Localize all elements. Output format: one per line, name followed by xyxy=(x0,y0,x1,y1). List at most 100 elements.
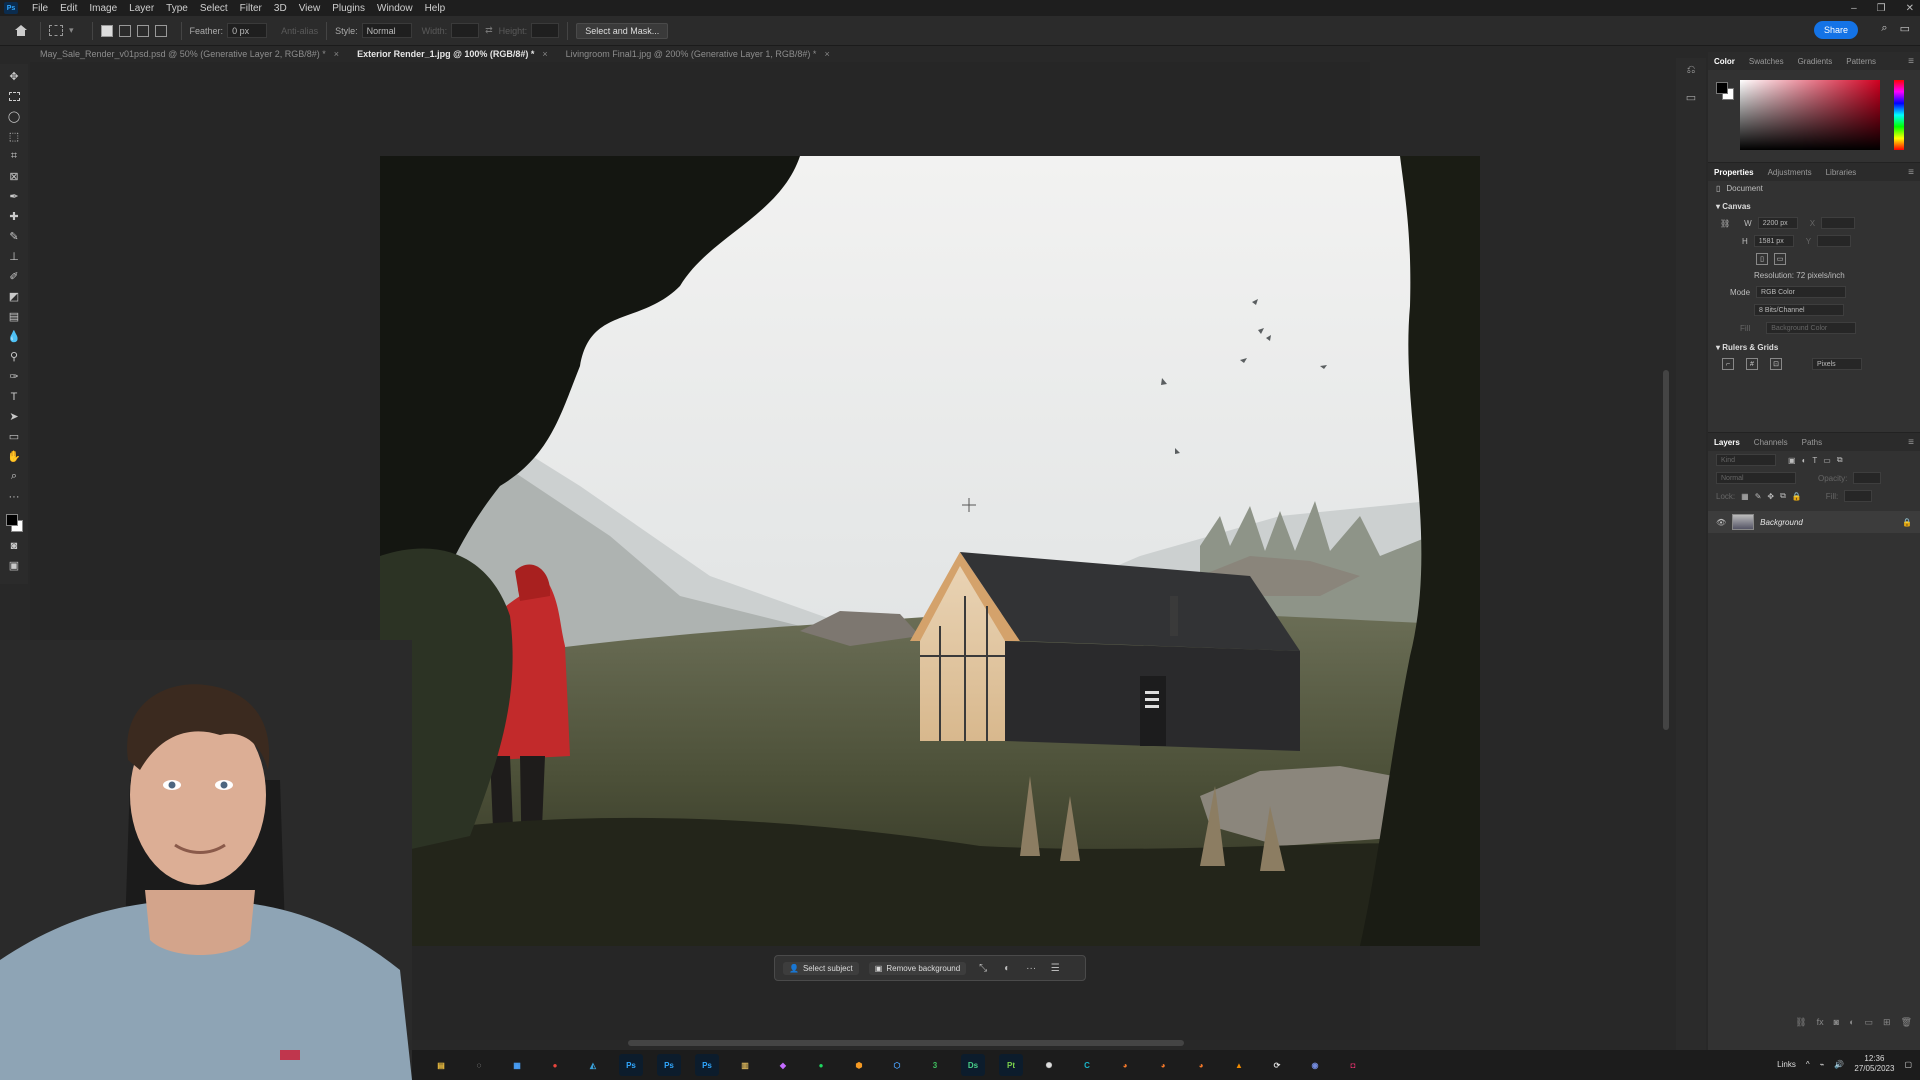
workspace-icon[interactable]: ▭ xyxy=(1900,22,1910,35)
close-tab-icon[interactable]: × xyxy=(334,49,339,62)
filter-adjustment-icon[interactable]: ◐ xyxy=(1802,456,1807,465)
fill-select[interactable]: Background Color xyxy=(1766,322,1857,334)
sketchup-icon[interactable]: ⬡ xyxy=(885,1054,909,1076)
delete-layer-icon[interactable]: 🗑 xyxy=(1901,1017,1912,1028)
hand-tool-icon[interactable]: ✋ xyxy=(5,448,23,465)
blender-icon-3[interactable]: ◕ xyxy=(1189,1054,1213,1076)
frame-tool-icon[interactable]: ⊠ xyxy=(5,168,23,185)
tab-may-sale-render[interactable]: May_Sale_Render_v01psd.psd @ 50% (Genera… xyxy=(32,47,349,62)
panel-menu-icon[interactable]: ≡ xyxy=(1908,167,1914,178)
canvas-x-input[interactable] xyxy=(1821,217,1856,229)
more-options-icon[interactable]: ··· xyxy=(1024,963,1038,974)
photoshop-icon-1[interactable]: Ps xyxy=(619,1054,643,1076)
panel-menu-icon[interactable]: ≡ xyxy=(1908,437,1914,448)
filter-image-icon[interactable]: ▣ xyxy=(1788,456,1796,465)
tab-livingroom-final[interactable]: Livingroom Final1.jpg @ 200% (Generative… xyxy=(558,47,840,62)
discord-icon[interactable]: ◉ xyxy=(1303,1054,1327,1076)
box-icon[interactable]: ⬢ xyxy=(847,1054,871,1076)
anti-alias-checkbox[interactable]: Anti-alias xyxy=(281,26,318,36)
photoshop-icon-2[interactable]: Ps xyxy=(657,1054,681,1076)
guides-icon[interactable]: ⊡ xyxy=(1770,358,1782,370)
menu-window[interactable]: Window xyxy=(371,3,419,14)
app-icon-2[interactable]: ✺ xyxy=(1037,1054,1061,1076)
foreground-color-swatch[interactable] xyxy=(1716,82,1728,94)
feather-input[interactable]: 0 px xyxy=(227,23,268,38)
eraser-tool-icon[interactable]: ◩ xyxy=(5,288,23,305)
menu-filter[interactable]: Filter xyxy=(234,3,268,14)
tab-swatches[interactable]: Swatches xyxy=(1749,57,1784,66)
zoom-tool-icon[interactable]: ⌕ xyxy=(5,468,23,485)
transform-icon[interactable]: ⤡ xyxy=(976,963,990,974)
menu-view[interactable]: View xyxy=(293,3,327,14)
filter-type-icon[interactable]: T xyxy=(1812,456,1817,465)
tab-channels[interactable]: Channels xyxy=(1754,438,1788,447)
comments-icon[interactable]: ▭ xyxy=(1686,91,1696,104)
horizontal-scrollbar[interactable] xyxy=(628,1040,1184,1046)
clock[interactable]: 12:36 27/05/2023 xyxy=(1854,1054,1894,1074)
chevron-up-icon[interactable]: ^ xyxy=(1806,1060,1810,1069)
rectangular-marquee-tool-icon[interactable] xyxy=(49,25,63,36)
chrome-icon[interactable]: ● xyxy=(543,1054,567,1076)
settings-sliders-icon[interactable]: ☰ xyxy=(1048,963,1062,974)
add-to-selection-icon[interactable] xyxy=(118,24,131,37)
links-toolbar[interactable]: Links xyxy=(1777,1060,1796,1069)
menu-plugins[interactable]: Plugins xyxy=(326,3,371,14)
menu-select[interactable]: Select xyxy=(194,3,234,14)
move-tool-icon[interactable]: ✥ xyxy=(5,68,23,85)
tab-color[interactable]: Color xyxy=(1714,57,1735,66)
landscape-orientation-icon[interactable]: ▭ xyxy=(1774,253,1786,265)
filter-shape-icon[interactable]: ▭ xyxy=(1823,456,1831,465)
affinity-icon[interactable]: ◆ xyxy=(771,1054,795,1076)
tab-libraries[interactable]: Libraries xyxy=(1826,168,1857,177)
brush-tool-icon[interactable]: ✎ xyxy=(5,228,23,245)
portrait-orientation-icon[interactable]: ▯ xyxy=(1756,253,1768,265)
layer-row-background[interactable]: 👁 Background 🔒 xyxy=(1708,511,1920,533)
add-mask-icon[interactable]: ◙ xyxy=(1834,1017,1839,1028)
minimize-icon[interactable]: – xyxy=(1851,3,1857,14)
visibility-eye-icon[interactable]: 👁 xyxy=(1716,518,1726,527)
menu-edit[interactable]: Edit xyxy=(54,3,83,14)
lock-position-icon[interactable]: ✥ xyxy=(1767,492,1774,501)
blender-icon-1[interactable]: ◕ xyxy=(1113,1054,1137,1076)
screen-mode-icon[interactable]: ▣ xyxy=(5,557,23,574)
grid-icon[interactable]: # xyxy=(1746,358,1758,370)
blend-mode-select[interactable]: Normal xyxy=(1716,472,1796,484)
select-and-mask-button[interactable]: Select and Mask... xyxy=(576,22,669,39)
new-selection-icon[interactable] xyxy=(100,24,113,37)
app-icon-c[interactable]: C xyxy=(1075,1054,1099,1076)
tab-exterior-render[interactable]: Exterior Render_1.jpg @ 100% (RGB/8#) * … xyxy=(349,47,558,62)
healing-brush-tool-icon[interactable]: ✚ xyxy=(5,208,23,225)
select-subject-button[interactable]: 👤 Select subject xyxy=(783,961,859,975)
history-brush-tool-icon[interactable]: ✐ xyxy=(5,268,23,285)
canvas-section-title[interactable]: ▾ Canvas xyxy=(1708,196,1920,214)
lock-pixels-icon[interactable]: ✎ xyxy=(1755,492,1762,501)
height-input[interactable] xyxy=(531,23,560,38)
vertical-scrollbar[interactable] xyxy=(1663,370,1669,730)
remove-background-button[interactable]: ▣ Remove background xyxy=(868,961,967,975)
layer-kind-filter[interactable]: Kind xyxy=(1716,454,1776,466)
lock-all-icon[interactable]: 🔒 xyxy=(1792,492,1802,501)
layer-lock-icon[interactable]: 🔒 xyxy=(1902,518,1912,527)
new-layer-icon[interactable]: ⊞ xyxy=(1883,1017,1891,1028)
spotify-icon[interactable]: ● xyxy=(809,1054,833,1076)
more-tools-icon[interactable]: ··· xyxy=(5,488,23,505)
link-dimensions-icon[interactable]: ⛓ xyxy=(1720,219,1730,228)
fill-input[interactable] xyxy=(1844,490,1873,502)
tab-patterns[interactable]: Patterns xyxy=(1846,57,1876,66)
tab-properties[interactable]: Properties xyxy=(1714,168,1754,177)
layer-name[interactable]: Background xyxy=(1760,518,1896,527)
intersect-selection-icon[interactable] xyxy=(154,24,167,37)
filter-smart-object-icon[interactable]: ⧉ xyxy=(1837,455,1843,465)
menu-image[interactable]: Image xyxy=(83,3,123,14)
type-tool-icon[interactable]: T xyxy=(5,388,23,405)
painter-icon[interactable]: Pt xyxy=(999,1054,1023,1076)
lock-artboard-icon[interactable]: ⧉ xyxy=(1780,491,1786,501)
eyedropper-tool-icon[interactable]: ✒ xyxy=(5,188,23,205)
marquee-tool-icon[interactable] xyxy=(5,88,23,105)
quick-mask-icon[interactable]: ◙ xyxy=(5,537,23,554)
rulers-grids-section-title[interactable]: ▾ Rulers & Grids xyxy=(1708,337,1920,355)
lock-transparency-icon[interactable]: ▦ xyxy=(1741,492,1749,501)
menu-3d[interactable]: 3D xyxy=(268,3,293,14)
close-tab-icon[interactable]: × xyxy=(542,49,547,62)
link-layers-icon[interactable]: ⛓ xyxy=(1795,1017,1806,1028)
